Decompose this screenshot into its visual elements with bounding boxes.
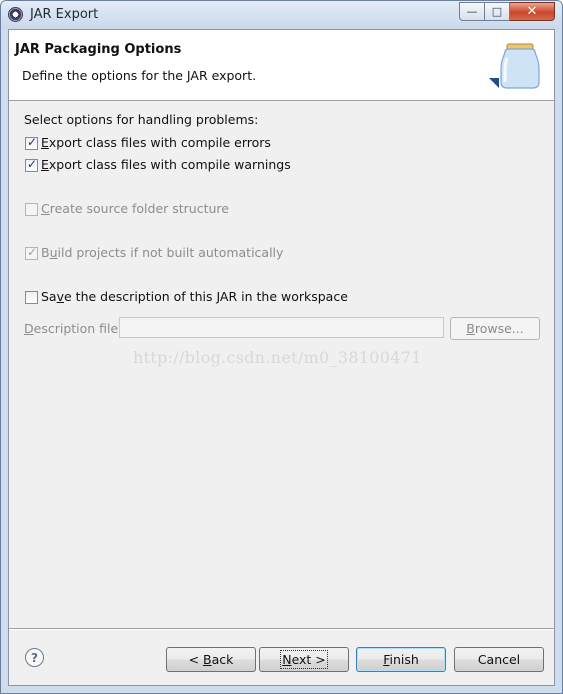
problems-heading: Select options for handling problems: [24, 112, 259, 127]
create-source-folder-checkbox[interactable] [25, 203, 38, 216]
export-errors-checkbox[interactable] [25, 135, 38, 150]
window-controls: — □ ✕ [459, 2, 555, 22]
next-button[interactable]: Next > [259, 647, 349, 672]
page-title: JAR Packaging Options [15, 42, 182, 57]
browse-button-label: Browse... [466, 321, 524, 336]
browse-button[interactable]: Browse... [450, 317, 540, 340]
export-warnings-label: Export class files with compile warnings [41, 157, 291, 172]
next-button-label: Next > [280, 650, 328, 669]
title-bar[interactable]: JAR Export — □ ✕ [1, 1, 562, 29]
minimize-button[interactable]: — [459, 2, 485, 21]
page-description: Define the options for the JAR export. [22, 68, 257, 83]
wizard-header: JAR Packaging Options Define the options… [9, 30, 554, 101]
save-description-checkbox[interactable] [25, 291, 38, 304]
maximize-button[interactable]: □ [485, 2, 510, 21]
options-panel: Select options for handling problems: Ex… [9, 101, 554, 631]
export-warnings-checkbox[interactable] [25, 157, 38, 172]
eclipse-icon [8, 7, 23, 22]
window-title: JAR Export [30, 7, 99, 22]
jar-icon [489, 43, 540, 89]
back-button[interactable]: < Back [166, 647, 256, 672]
watermark-text: http://blog.csdn.net/m0_38100471 [133, 348, 422, 367]
create-source-folder-label: Create source folder structure [41, 201, 229, 216]
build-projects-label: Build projects if not built automaticall… [41, 245, 284, 260]
back-button-label: < Back [188, 652, 234, 667]
description-file-input[interactable] [119, 317, 444, 338]
close-icon: ✕ [526, 4, 538, 19]
finish-button[interactable]: Finish [356, 647, 446, 672]
description-file-label: Description file: [24, 321, 123, 336]
help-icon[interactable]: ? [25, 648, 44, 667]
minimize-icon: — [466, 5, 478, 18]
export-errors-label: Export class files with compile errors [41, 135, 271, 150]
cancel-button-label: Cancel [477, 652, 521, 667]
maximize-icon: □ [491, 5, 503, 18]
cancel-button[interactable]: Cancel [454, 647, 544, 672]
dialog-client-area: JAR Packaging Options Define the options… [8, 29, 555, 686]
close-button[interactable]: ✕ [510, 2, 555, 21]
save-description-label: Save the description of this JAR in the … [41, 289, 348, 304]
jar-export-window: JAR Export — □ ✕ JAR Packaging Options D… [0, 0, 563, 694]
build-projects-checkbox[interactable] [25, 245, 38, 260]
finish-button-label: Finish [383, 652, 419, 667]
footer-separator [9, 628, 554, 630]
